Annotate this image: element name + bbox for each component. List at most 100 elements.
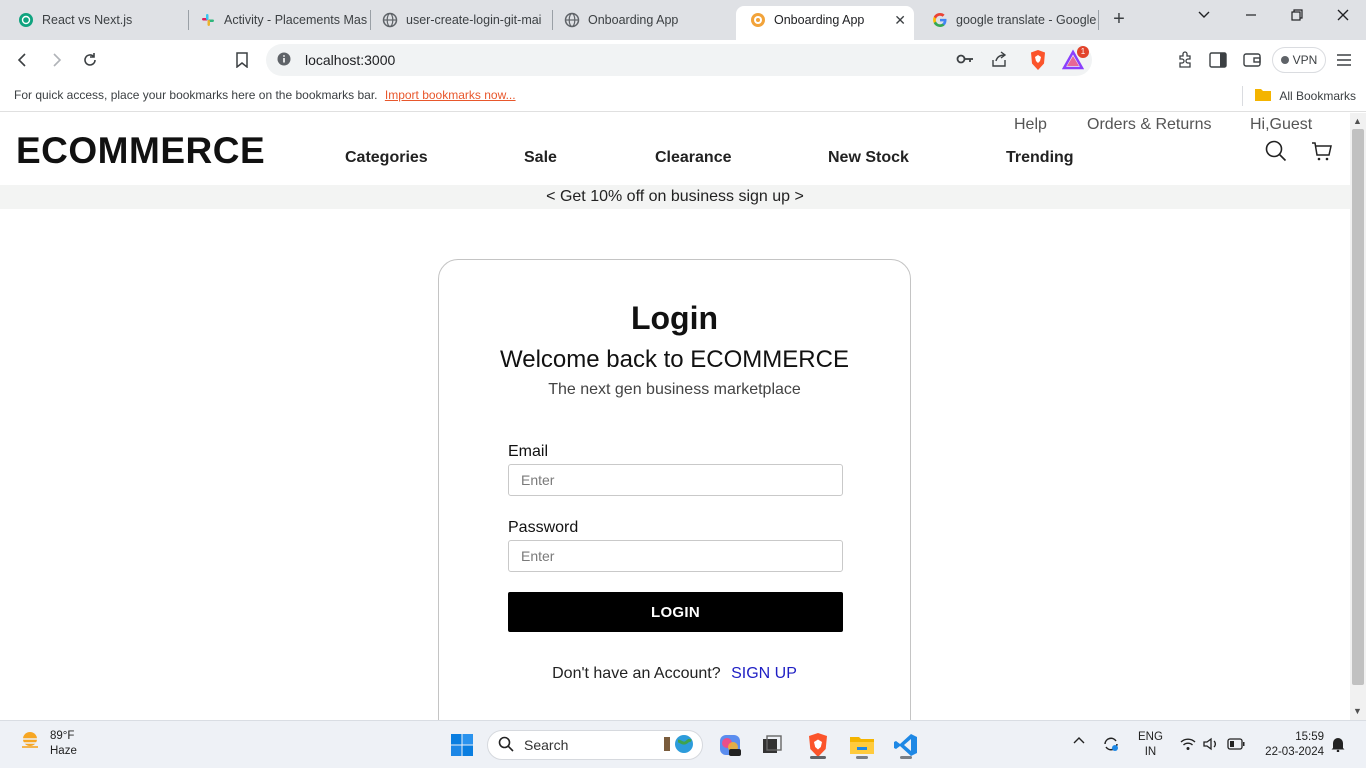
search-icon xyxy=(498,736,514,755)
active-app-indicator xyxy=(810,756,826,759)
help-link[interactable]: Help xyxy=(1014,116,1047,134)
close-tab-icon[interactable]: ✕ xyxy=(894,12,906,29)
password-field[interactable] xyxy=(508,540,843,572)
tab-slack-activity[interactable]: Activity - Placements Mas xyxy=(186,6,368,34)
orders-returns-link[interactable]: Orders & Returns xyxy=(1087,116,1211,134)
file-explorer-icon[interactable] xyxy=(846,729,878,761)
tab-title: Activity - Placements Mas xyxy=(224,13,368,27)
all-bookmarks-button[interactable]: All Bookmarks xyxy=(1242,86,1356,106)
rewards-badge: 1 xyxy=(1077,46,1089,58)
tagline: The next gen business marketplace xyxy=(548,381,801,398)
key-icon[interactable] xyxy=(956,52,974,71)
brave-shields-icon[interactable] xyxy=(1028,49,1048,76)
wallet-icon[interactable] xyxy=(1240,48,1264,72)
login-button[interactable]: LOGIN xyxy=(508,592,843,632)
chevron-up-icon[interactable] xyxy=(1073,735,1085,747)
nav-sale[interactable]: Sale xyxy=(524,149,557,167)
signup-row: Don't have an Account? SIGN UP xyxy=(439,665,910,683)
folder-icon xyxy=(1255,88,1272,104)
nav-clearance[interactable]: Clearance xyxy=(655,149,732,167)
new-tab-button[interactable]: + xyxy=(1108,9,1130,31)
nav-categories[interactable]: Categories xyxy=(345,149,428,167)
login-card: Login Welcome back to ECOMMERCE The next… xyxy=(438,259,911,720)
tab-title: Onboarding App xyxy=(588,13,679,27)
nav-trending[interactable]: Trending xyxy=(1006,149,1074,167)
page-scrollbar[interactable]: ▲ ▼ xyxy=(1350,113,1366,720)
forward-arrow-icon[interactable] xyxy=(44,48,68,72)
tab-title: user-create-login-git-mai xyxy=(406,13,542,27)
language-code: ENG xyxy=(1138,731,1163,743)
extensions-icon[interactable] xyxy=(1173,48,1197,72)
clock-date: 22-03-2024 xyxy=(1265,746,1324,758)
region-code: IN xyxy=(1144,746,1157,758)
search-icon[interactable] xyxy=(1264,139,1288,163)
copilot-icon[interactable] xyxy=(714,729,746,761)
signup-link[interactable]: SIGN UP xyxy=(731,665,797,682)
tab-onboarding-app[interactable]: Onboarding App xyxy=(550,6,732,34)
email-label: Email xyxy=(508,443,549,460)
language-indicator[interactable]: ENG IN xyxy=(1138,730,1163,760)
google-icon xyxy=(932,12,948,28)
brave-browser-icon[interactable] xyxy=(802,729,834,761)
tab-title: React vs Next.js xyxy=(42,13,133,27)
vpn-button[interactable]: VPN xyxy=(1272,47,1326,73)
welcome-heading: Welcome back to ECOMMERCE xyxy=(500,346,849,373)
nav-new-stock[interactable]: New Stock xyxy=(828,149,909,167)
sync-icon[interactable] xyxy=(1102,735,1120,756)
bookmark-icon[interactable] xyxy=(230,48,254,72)
menu-icon[interactable] xyxy=(1332,48,1356,72)
running-app-indicator xyxy=(856,756,868,759)
tab-separator xyxy=(1098,10,1099,30)
task-view-icon[interactable] xyxy=(756,729,788,761)
reload-icon[interactable] xyxy=(78,48,102,72)
scroll-down-icon[interactable]: ▼ xyxy=(1353,706,1362,716)
minimize-button[interactable] xyxy=(1228,0,1274,30)
running-app-indicator xyxy=(900,756,912,759)
url-text: localhost:3000 xyxy=(305,52,396,68)
promo-banner[interactable]: < Get 10% off on business sign up > xyxy=(0,185,1350,209)
windows-start-icon[interactable] xyxy=(446,729,478,761)
greeting-link[interactable]: Hi,Guest xyxy=(1250,116,1312,134)
bookmarks-message: For quick access, place your bookmarks h… xyxy=(14,88,516,102)
tab-github-login[interactable]: user-create-login-git-mai xyxy=(368,6,550,34)
wifi-icon[interactable] xyxy=(1180,737,1196,754)
sidebar-icon[interactable] xyxy=(1206,48,1230,72)
vpn-label: VPN xyxy=(1292,53,1318,67)
close-window-button[interactable] xyxy=(1320,0,1366,30)
clock-time: 15:59 xyxy=(1295,731,1324,743)
bookmarks-bar: For quick access, place your bookmarks h… xyxy=(0,80,1366,112)
weather-condition: Haze xyxy=(50,745,77,757)
weather-widget[interactable]: 89°F Haze xyxy=(18,729,77,759)
notification-bell-icon[interactable] xyxy=(1331,736,1345,755)
site-logo[interactable]: ECOMMERCE xyxy=(16,130,265,172)
address-bar[interactable]: localhost:3000 1 xyxy=(266,44,1092,76)
taskbar-search[interactable]: Search xyxy=(487,730,703,760)
windows-taskbar: 89°F Haze Search ENG IN 15:59 22-03-2024 xyxy=(0,720,1366,768)
taskbar-search-placeholder: Search xyxy=(524,737,569,753)
tab-search-icon[interactable] xyxy=(1181,0,1227,30)
tab-onboarding-app-active[interactable]: Onboarding App ✕ xyxy=(736,6,914,40)
site-info-icon[interactable] xyxy=(277,52,291,71)
password-label: Password xyxy=(508,519,579,536)
tab-strip: React vs Next.js Activity - Placements M… xyxy=(0,0,1366,40)
volume-icon[interactable] xyxy=(1203,737,1219,754)
login-title: Login xyxy=(630,300,719,336)
bookmarks-hint: For quick access, place your bookmarks h… xyxy=(14,88,378,102)
tab-google-translate[interactable]: google translate - Google xyxy=(918,6,1100,34)
cart-icon[interactable] xyxy=(1310,139,1334,163)
back-arrow-icon[interactable] xyxy=(11,48,35,72)
system-clock[interactable]: 15:59 22-03-2024 xyxy=(1258,730,1324,760)
email-field[interactable] xyxy=(508,464,843,496)
slack-icon xyxy=(200,12,216,28)
browser-toolbar: localhost:3000 1 VPN xyxy=(0,40,1366,80)
scroll-up-icon[interactable]: ▲ xyxy=(1353,116,1362,126)
restore-button[interactable] xyxy=(1274,0,1320,30)
tab-react-vs-nextjs[interactable]: React vs Next.js xyxy=(4,6,186,34)
vscode-icon[interactable] xyxy=(890,729,922,761)
scrollbar-thumb[interactable] xyxy=(1352,129,1364,685)
battery-icon[interactable] xyxy=(1227,738,1245,753)
import-bookmarks-link[interactable]: Import bookmarks now... xyxy=(385,88,516,102)
vpn-status-icon xyxy=(1280,56,1289,64)
share-icon[interactable] xyxy=(990,51,1008,74)
onboarding-icon xyxy=(750,12,766,28)
